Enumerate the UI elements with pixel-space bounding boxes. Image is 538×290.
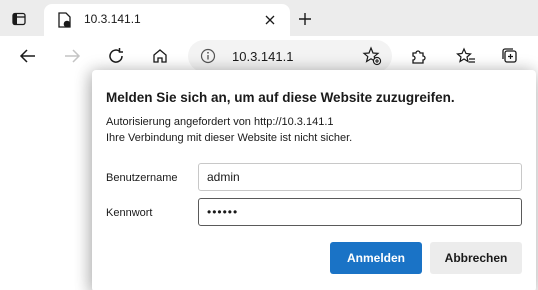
url-text[interactable]: 10.3.141.1 xyxy=(232,49,293,64)
arrow-right-icon[interactable] xyxy=(58,42,86,70)
username-label: Benutzername xyxy=(106,172,178,184)
dialog-security-warning: Ihre Verbindung mit dieser Website ist n… xyxy=(106,132,353,144)
star-list-icon[interactable] xyxy=(452,42,480,70)
password-field[interactable] xyxy=(198,198,522,226)
login-button[interactable]: Anmelden xyxy=(330,242,422,274)
plus-icon[interactable] xyxy=(294,8,316,30)
address-bar[interactable]: 10.3.141.1 xyxy=(188,40,392,72)
tab-title: 10.3.141.1 xyxy=(84,12,141,26)
refresh-icon[interactable] xyxy=(102,42,130,70)
browser-tab[interactable]: 10.3.141.1 xyxy=(44,4,290,36)
puzzle-icon[interactable] xyxy=(404,42,432,70)
dialog-auth-source: Autorisierung angefordert von http://10.… xyxy=(106,116,334,128)
document-icon xyxy=(56,12,72,28)
password-label: Kennwort xyxy=(106,207,153,219)
tab-actions-icon[interactable] xyxy=(6,6,32,32)
dialog-title: Melden Sie sich an, um auf diese Website… xyxy=(106,90,455,105)
home-icon[interactable] xyxy=(146,42,174,70)
auth-dialog: Melden Sie sich an, um auf diese Website… xyxy=(92,70,536,290)
username-field[interactable] xyxy=(198,163,522,191)
star-plus-icon[interactable] xyxy=(362,46,382,66)
tab-bar: 10.3.141.1 xyxy=(0,0,538,36)
arrow-left-icon[interactable] xyxy=(14,42,42,70)
close-icon[interactable] xyxy=(260,10,280,30)
collections-icon[interactable] xyxy=(496,42,524,70)
cancel-button[interactable]: Abbrechen xyxy=(430,242,522,274)
info-icon[interactable] xyxy=(200,48,216,64)
